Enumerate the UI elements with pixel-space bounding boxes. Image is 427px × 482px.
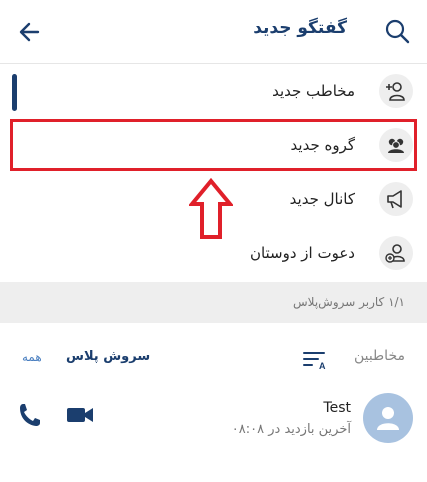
arrow-up-icon xyxy=(189,178,233,239)
filter-tab-soroush-plus[interactable]: سروش پلاس xyxy=(66,349,150,364)
video-call-button[interactable] xyxy=(66,404,94,426)
menu-icon-container xyxy=(379,182,413,216)
menu-item-label: دعوت از دوستان xyxy=(249,244,355,262)
menu-item-new-contact[interactable]: مخاطب جدید xyxy=(0,64,427,118)
highlight-box xyxy=(10,119,417,171)
invite-friend-icon xyxy=(385,244,405,263)
add-contact-icon xyxy=(386,82,405,101)
search-icon xyxy=(385,19,410,44)
page-title: گفتگو جدید xyxy=(253,18,347,38)
phone-icon xyxy=(20,404,40,426)
section-label: ۱/۱ کاربر سروش‌پلاس xyxy=(293,295,405,309)
menu-item-label: مخاطب جدید xyxy=(272,82,355,100)
video-camera-icon xyxy=(67,408,93,422)
menu-icon-container xyxy=(379,236,413,270)
contacts-title: مخاطبین xyxy=(353,348,405,364)
app-header: گفتگو جدید xyxy=(0,0,427,64)
person-icon xyxy=(377,407,399,430)
contact-last-seen: آخرین بازدید در ۰۸:۰۸ xyxy=(231,422,351,437)
call-button[interactable] xyxy=(18,402,42,428)
sort-icon[interactable]: A xyxy=(302,350,328,370)
menu-item-label: کانال جدید xyxy=(289,190,355,208)
avatar[interactable] xyxy=(363,393,413,443)
section-header: ۱/۱ کاربر سروش‌پلاس xyxy=(0,282,427,323)
contact-name: Test xyxy=(323,400,351,416)
filter-tab-all[interactable]: همه xyxy=(22,350,42,364)
arrow-left-icon xyxy=(19,22,40,42)
megaphone-icon xyxy=(387,190,402,209)
svg-text:A: A xyxy=(319,361,326,370)
menu-icon-container xyxy=(379,74,413,108)
back-button[interactable] xyxy=(16,18,44,46)
search-button[interactable] xyxy=(383,17,413,47)
